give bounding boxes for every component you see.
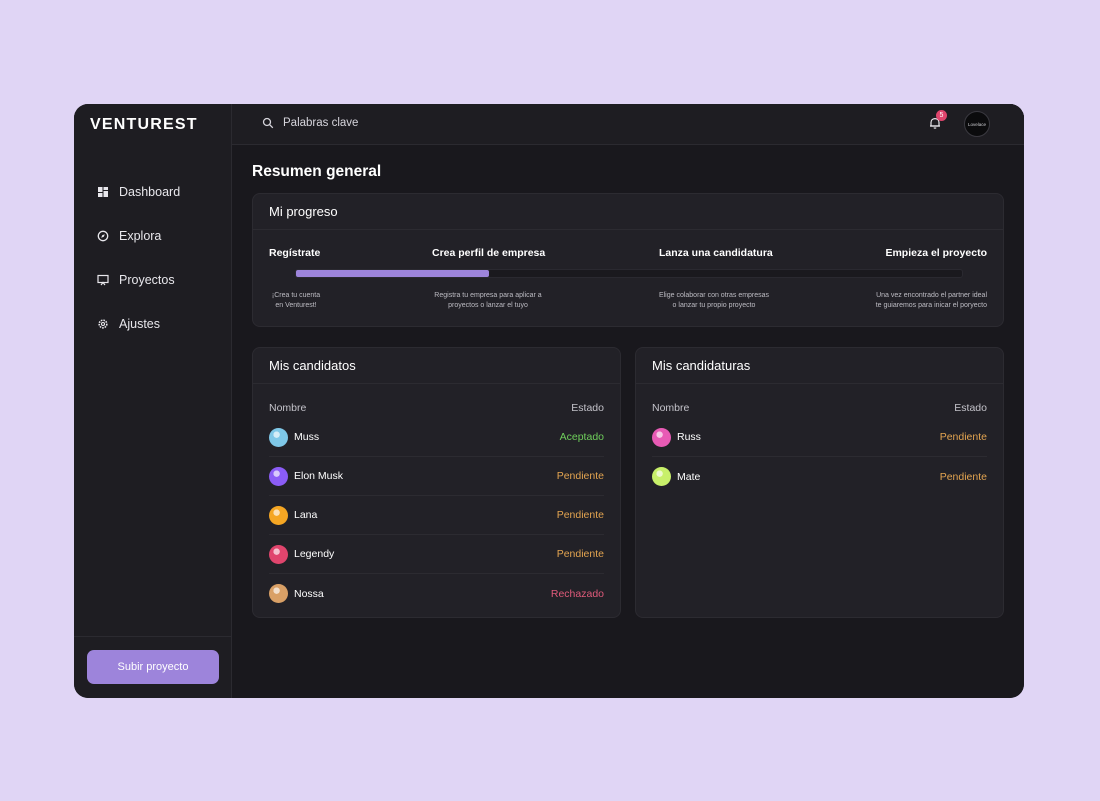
step-desc-line: te guiaremos para inicar el poryecto [875,302,987,309]
progress-step: Crea perfil de empresa [432,247,545,259]
step-title: Lanza una candidatura [659,247,773,259]
table-header: Nombre Estado [636,402,1003,414]
progress-bar-fill [296,270,490,277]
main-content: 5 Lovelace Resumen general Mi progreso R… [232,104,1024,698]
applications-card-title: Mis candidaturas [636,348,1003,384]
search-bar [262,117,483,129]
sidebar-footer: Subir proyecto [74,636,231,698]
app-window: VENTUREST Dashboard Explora Proyectos Aj… [74,104,1024,698]
sidebar: VENTUREST Dashboard Explora Proyectos Aj… [74,104,232,698]
progress-step: Regístrate [269,247,320,259]
page-title: Resumen general [252,163,382,180]
presentation-icon [97,274,109,286]
step-desc-line: ¡Crea tu cuenta [271,292,321,299]
notifications-button[interactable]: 5 [928,110,947,134]
table-header: Nombre Estado [253,402,620,414]
step-description: Elige colaborar con otras empresas o lan… [638,291,790,311]
status-label: Pendiente [939,431,987,443]
column-header-name: Nombre [269,402,307,414]
table-row[interactable]: Mate Pendiente [652,457,987,496]
person-name[interactable]: Russ [677,431,701,443]
status-label: Pendiente [556,470,604,482]
sidebar-item-proyectos[interactable]: Proyectos [74,258,231,302]
sidebar-item-ajustes[interactable]: Ajustes [74,302,231,346]
sidebar-item-label: Proyectos [119,273,175,287]
status-label: Pendiente [556,548,604,560]
applications-list: Russ Pendiente Mate Pendiente [636,418,1003,496]
person-cell: Muss [269,427,319,447]
step-desc-line: en Venturest! [275,302,317,309]
step-desc-line: o lanzar tu propio proyecto [672,302,756,309]
status-label: Rechazado [550,587,604,600]
step-description: ¡Crea tu cuenta en Venturest! [253,291,339,311]
sidebar-item-label: Ajustes [119,317,160,331]
step-desc-line: proyectos o lanzar el tuyo [448,302,528,309]
person-cell: Legendy [269,544,334,564]
column-header-status: Estado [954,402,987,414]
dashboard-icon [98,187,108,197]
person-name[interactable]: Legendy [294,548,334,560]
table-row[interactable]: Lana Pendiente [269,496,604,535]
sidebar-item-dashboard[interactable]: Dashboard [74,170,231,214]
table-row[interactable]: Nossa Rechazado [269,574,604,613]
gear-icon [98,319,108,329]
step-title: Empieza el proyecto [885,247,987,259]
step-desc-line: Registra tu empresa para aplicar a [434,292,542,299]
person-name[interactable]: Nossa [294,588,324,600]
sidebar-item-label: Explora [119,229,162,243]
step-desc-line: Una vez encontrado el partner ideal [876,292,987,299]
table-row[interactable]: Legendy Pendiente [269,535,604,574]
progress-card-title: Mi progreso [253,194,1003,230]
search-icon [262,117,274,129]
avatar [269,584,288,603]
avatar [269,505,288,525]
notification-badge: 5 [936,110,947,121]
step-desc-line: Elige colaborar con otras empresas [658,292,770,299]
avatar [269,544,288,564]
progress-step: Lanza una candidatura [659,247,773,259]
person-cell: Mate [652,467,700,486]
person-name[interactable]: Muss [294,431,319,443]
progress-card: Mi progreso Regístrate Crea perfil de em… [252,193,1004,327]
table-row[interactable]: Russ Pendiente [652,418,987,457]
step-description: Registra tu empresa para aplicar a proye… [413,291,563,311]
step-description: Una vez encontrado el partner ideal te g… [857,291,987,311]
person-name[interactable]: Mate [677,471,700,483]
step-title: Crea perfil de empresa [432,247,546,259]
status-label: Pendiente [939,470,987,483]
topbar: 5 Lovelace [232,104,1024,145]
step-title: Regístrate [269,247,321,259]
progress-bar [295,269,963,278]
person-cell: Lana [269,505,317,525]
sidebar-nav: Dashboard Explora Proyectos Ajustes [74,170,231,346]
table-row[interactable]: Elon Musk Pendiente [269,457,604,496]
brand-logo[interactable]: VENTUREST [90,116,198,134]
table-row[interactable]: Muss Aceptado [269,418,604,457]
avatar [652,427,671,447]
candidates-card-title: Mis candidatos [253,348,620,384]
search-input[interactable] [283,117,483,129]
person-name[interactable]: Elon Musk [294,470,343,482]
sidebar-item-explora[interactable]: Explora [74,214,231,258]
compass-icon [97,230,109,242]
person-cell: Nossa [269,584,324,603]
avatar [269,466,288,486]
person-cell: Elon Musk [269,466,343,486]
user-avatar[interactable]: Lovelace [964,111,990,137]
status-label: Pendiente [556,509,604,521]
person-cell: Russ [652,427,701,447]
avatar [652,467,671,486]
column-header-status: Estado [571,402,604,414]
column-header-name: Nombre [652,402,690,414]
avatar [269,427,288,447]
person-name[interactable]: Lana [294,509,317,521]
upload-project-button[interactable]: Subir proyecto [87,650,219,684]
status-label: Aceptado [559,431,604,443]
applications-card: Mis candidaturas Nombre Estado Russ Pendi… [635,347,1004,618]
candidates-card: Mis candidatos Nombre Estado Muss Aceptad… [252,347,621,618]
progress-step: Empieza el proyecto [885,247,987,259]
sidebar-item-label: Dashboard [119,185,181,199]
candidates-list: Muss Aceptado Elon Musk Pendiente Lana Pendie… [253,418,620,613]
